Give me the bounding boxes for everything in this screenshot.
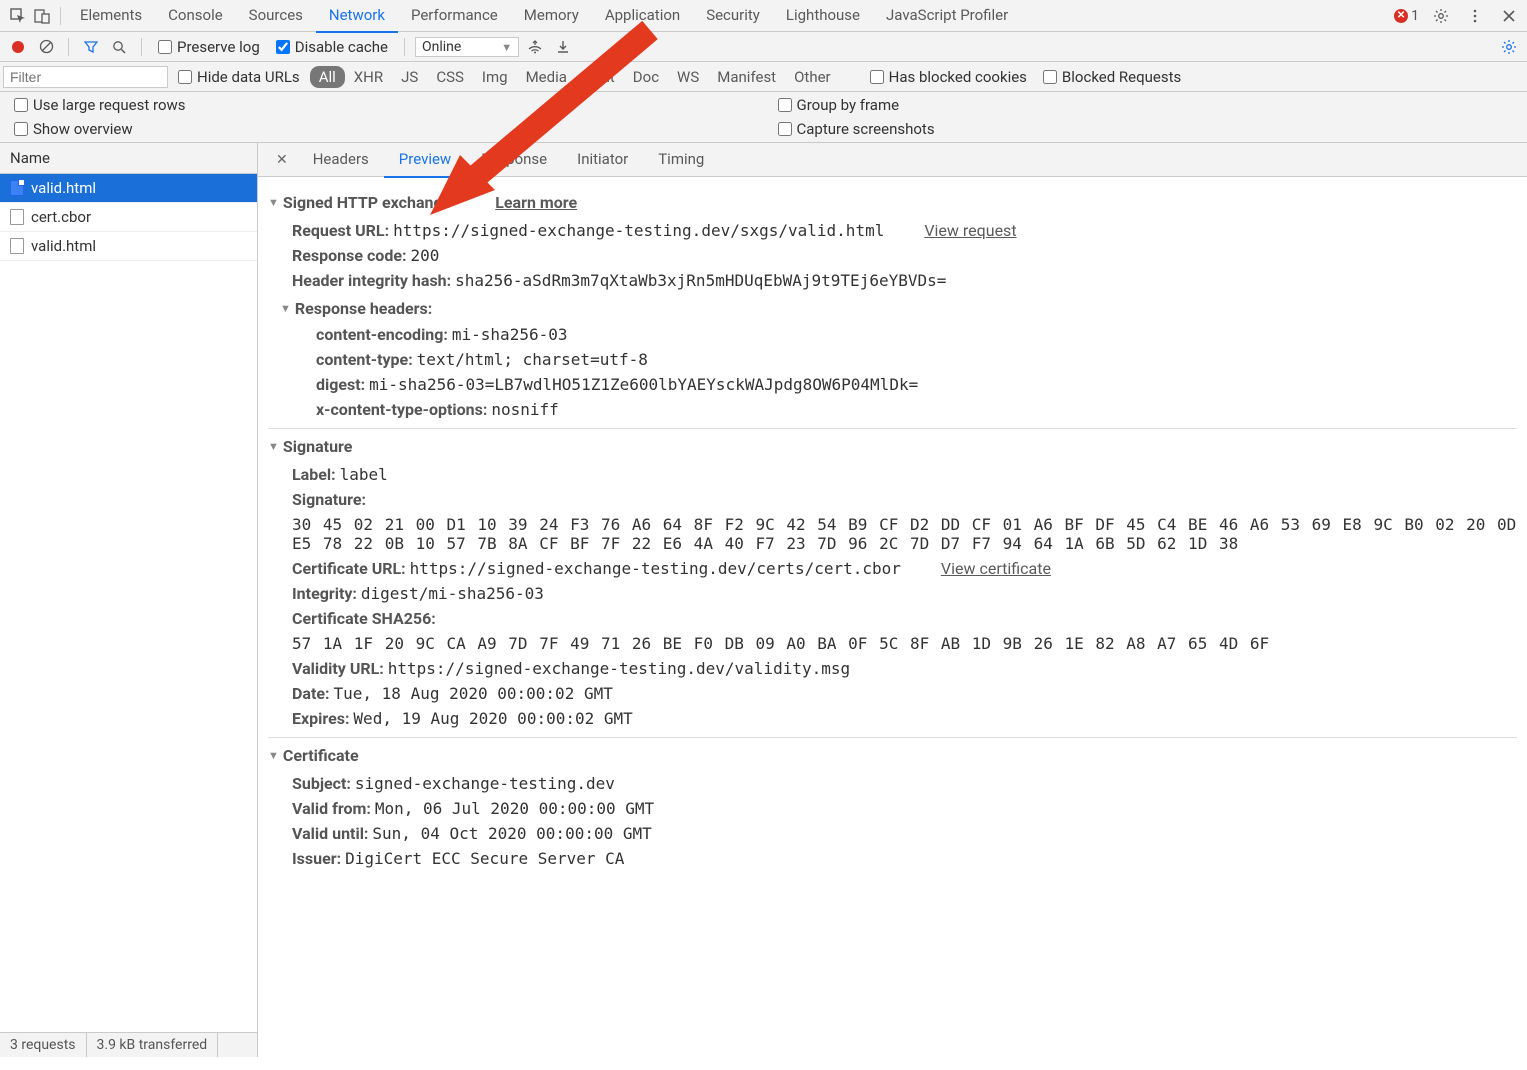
signature-section-title[interactable]: Signature xyxy=(283,437,352,456)
throttling-select[interactable]: Online▼ xyxy=(415,37,519,57)
detail-tab-headers[interactable]: Headers xyxy=(298,143,384,178)
clear-icon[interactable] xyxy=(34,35,58,59)
filter-pill-other[interactable]: Other xyxy=(785,66,840,88)
filter-pill-ws[interactable]: WS xyxy=(668,66,708,88)
show-overview-check[interactable]: Show overview xyxy=(8,120,756,138)
response-code-value: 200 xyxy=(410,246,439,265)
learn-more-link[interactable]: Learn more xyxy=(495,193,577,212)
detail-tabs: ✕ HeadersPreviewResponseInitiatorTiming xyxy=(258,143,1527,177)
preview-content[interactable]: ▼Signed HTTP exchange Learn more Request… xyxy=(258,177,1527,897)
header-hash-value: sha256-aSdRm3m7qXtaWb3xjRn5mHDUqEbWAj9t9… xyxy=(455,271,946,290)
filter-pill-all[interactable]: All xyxy=(310,66,345,88)
view-certificate-link[interactable]: View certificate xyxy=(941,559,1051,578)
details-panel: ✕ HeadersPreviewResponseInitiatorTiming … xyxy=(258,143,1527,1057)
inspect-icon[interactable] xyxy=(6,4,30,28)
record-button[interactable] xyxy=(12,41,24,53)
filter-pill-doc[interactable]: Doc xyxy=(624,66,668,88)
tab-network[interactable]: Network xyxy=(316,0,398,33)
hide-data-urls-check[interactable]: Hide data URLs xyxy=(172,68,306,86)
transfer-size: 3.9 kB transferred xyxy=(87,1033,219,1057)
devtools-tabs: ElementsConsoleSourcesNetworkPerformance… xyxy=(0,0,1527,32)
tab-lighthouse[interactable]: Lighthouse xyxy=(773,0,873,33)
error-icon: ✕ xyxy=(1394,9,1408,23)
tab-performance[interactable]: Performance xyxy=(398,0,511,33)
request-count: 3 requests xyxy=(0,1033,87,1057)
tab-application[interactable]: Application xyxy=(592,0,693,33)
response-code-label: Response code: xyxy=(292,246,406,265)
header-hash-label: Header integrity hash: xyxy=(292,271,451,290)
detail-tab-preview[interactable]: Preview xyxy=(384,143,466,178)
sxg-section-title[interactable]: Signed HTTP exchange xyxy=(283,193,451,212)
filter-pill-font[interactable]: Font xyxy=(576,66,624,88)
settings-icon[interactable] xyxy=(1429,4,1453,28)
filter-pill-js[interactable]: JS xyxy=(392,66,427,88)
tab-javascript-profiler[interactable]: JavaScript Profiler xyxy=(873,0,1021,33)
tab-memory[interactable]: Memory xyxy=(511,0,592,33)
request-row[interactable]: cert.cbor xyxy=(0,203,257,232)
status-bar: 3 requests 3.9 kB transferred xyxy=(0,1032,257,1057)
filter-pill-manifest[interactable]: Manifest xyxy=(708,66,785,88)
view-options: Use large request rows Show overview Gro… xyxy=(0,92,1527,143)
request-name: valid.html xyxy=(31,237,96,255)
close-details-icon[interactable]: ✕ xyxy=(266,152,298,168)
filter-bar: Hide data URLs AllXHRJSCSSImgMediaFontDo… xyxy=(0,62,1527,92)
large-rows-check[interactable]: Use large request rows xyxy=(8,96,756,114)
filter-pill-img[interactable]: Img xyxy=(473,66,517,88)
network-settings-icon[interactable] xyxy=(1497,35,1521,59)
tab-security[interactable]: Security xyxy=(693,0,773,33)
document-icon xyxy=(10,238,24,254)
signature-bytes: 30 45 02 21 00 D1 10 39 24 F3 76 A6 64 8… xyxy=(268,512,1517,556)
document-icon xyxy=(10,209,24,225)
request-name: cert.cbor xyxy=(31,208,91,226)
detail-tab-initiator[interactable]: Initiator xyxy=(562,143,643,178)
request-name: valid.html xyxy=(31,179,96,197)
filter-input[interactable] xyxy=(3,66,168,88)
request-url-label: Request URL: xyxy=(292,221,389,240)
import-har-icon[interactable] xyxy=(551,35,575,59)
disable-cache-check[interactable]: Disable cache xyxy=(270,38,394,56)
close-icon[interactable] xyxy=(1497,4,1521,28)
name-column-header[interactable]: Name xyxy=(0,143,257,174)
has-blocked-cookies-check[interactable]: Has blocked cookies xyxy=(864,68,1033,86)
detail-tab-response[interactable]: Response xyxy=(466,143,562,178)
more-icon[interactable] xyxy=(1463,4,1487,28)
tab-elements[interactable]: Elements xyxy=(67,0,155,33)
request-row[interactable]: valid.html xyxy=(0,232,257,261)
document-icon xyxy=(10,180,24,196)
filter-pill-css[interactable]: CSS xyxy=(427,66,473,88)
group-by-frame-check[interactable]: Group by frame xyxy=(772,96,1520,114)
filter-icon[interactable] xyxy=(79,35,103,59)
filter-pill-media[interactable]: Media xyxy=(517,66,576,88)
request-url-value: https://signed-exchange-testing.dev/sxgs… xyxy=(393,221,884,240)
network-toolbar: Preserve log Disable cache Online▼ xyxy=(0,32,1527,62)
tab-sources[interactable]: Sources xyxy=(236,0,316,33)
detail-tab-timing[interactable]: Timing xyxy=(643,143,719,178)
view-request-link[interactable]: View request xyxy=(924,221,1016,240)
capture-screenshots-check[interactable]: Capture screenshots xyxy=(772,120,1520,138)
response-headers-label[interactable]: Response headers: xyxy=(295,299,432,318)
requests-panel: Name valid.html cert.cbor valid.html 3 req… xyxy=(0,143,258,1057)
network-conditions-icon[interactable] xyxy=(523,35,547,59)
request-row[interactable]: valid.html xyxy=(0,174,257,203)
cert-sha-bytes: 57 1A 1F 20 9C CA A9 7D 7F 49 71 26 BE F… xyxy=(268,631,1517,656)
certificate-section-title[interactable]: Certificate xyxy=(283,746,359,765)
tab-console[interactable]: Console xyxy=(155,0,236,33)
device-toggle-icon[interactable] xyxy=(30,4,54,28)
filter-pill-xhr[interactable]: XHR xyxy=(345,66,392,88)
error-count[interactable]: ✕1 xyxy=(1394,8,1419,24)
search-icon[interactable] xyxy=(107,35,131,59)
preserve-log-check[interactable]: Preserve log xyxy=(152,38,266,56)
blocked-requests-check[interactable]: Blocked Requests xyxy=(1037,68,1187,86)
